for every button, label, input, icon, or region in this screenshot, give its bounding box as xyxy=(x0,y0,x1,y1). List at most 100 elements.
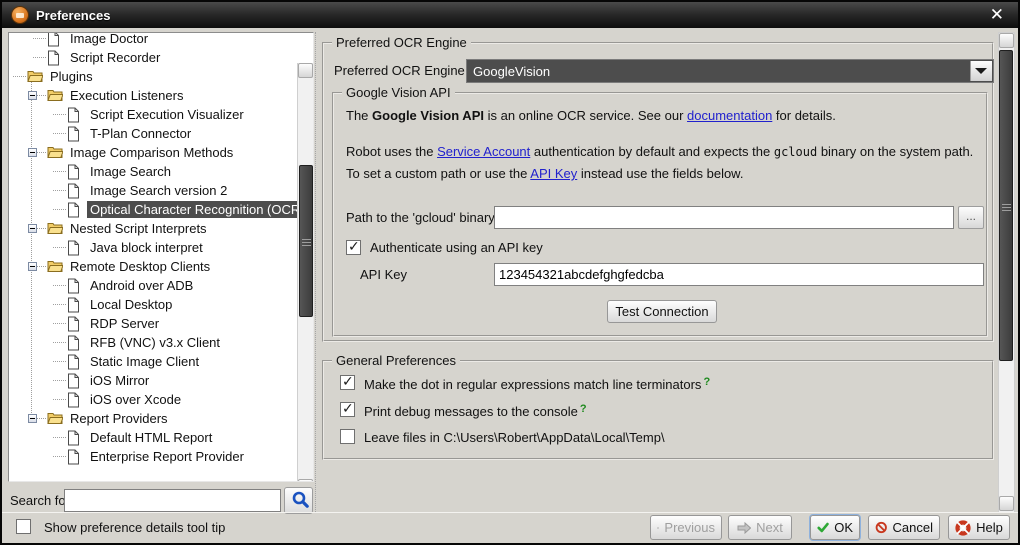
inline-link[interactable]: documentation xyxy=(687,108,772,123)
previous-button[interactable]: Previous xyxy=(650,515,722,540)
tree-item[interactable]: Enterprise Report Provider xyxy=(9,447,296,466)
title-bar[interactable]: Preferences ✕ xyxy=(2,2,1018,28)
panel-vscroll-thumb[interactable] xyxy=(999,50,1013,361)
text-segment: Google Vision API xyxy=(372,108,484,123)
tree-item-label: Plugins xyxy=(47,68,96,85)
ok-button[interactable]: OK xyxy=(810,515,860,540)
ocr-engine-select[interactable]: GoogleVision xyxy=(466,59,994,83)
tree-item[interactable]: Java block interpret xyxy=(9,238,296,257)
arrow-left-icon xyxy=(657,522,659,534)
tree-item-label: Default HTML Report xyxy=(87,429,215,446)
tree-item[interactable]: T-Plan Connector xyxy=(9,124,296,143)
tree-item[interactable]: Image Doctor xyxy=(9,32,296,48)
tree-item-label: iOS Mirror xyxy=(87,372,152,389)
tree-item-label: Android over ADB xyxy=(87,277,196,294)
tree-item-label: Enterprise Report Provider xyxy=(87,448,247,465)
tree-item[interactable]: Remote Desktop Clients xyxy=(9,257,296,276)
collapse-toggle-icon[interactable] xyxy=(28,91,37,100)
tree-item-label: RDP Server xyxy=(87,315,162,332)
search-input[interactable] xyxy=(64,489,281,512)
search-button[interactable] xyxy=(284,487,313,514)
tree-item[interactable]: Script Recorder xyxy=(9,48,296,67)
debug-messages-label: Print debug messages to the console xyxy=(364,404,578,419)
tree-connector xyxy=(53,304,66,305)
help-question-icon[interactable]: ? xyxy=(580,403,587,415)
text-segment: binary on the system path. xyxy=(817,144,973,159)
browse-button[interactable]: ... xyxy=(958,206,984,229)
tree-connector xyxy=(53,380,66,381)
tree-item[interactable]: Report Providers xyxy=(9,409,296,428)
tree-connector xyxy=(53,323,66,324)
tree-item[interactable]: RFB (VNC) v3.x Client xyxy=(9,333,296,352)
tree-vscroll-thumb[interactable] xyxy=(299,165,313,317)
next-button[interactable]: Next xyxy=(728,515,792,540)
tree-item[interactable]: Image Search xyxy=(9,162,296,181)
panel-splitter[interactable] xyxy=(315,32,316,512)
help-question-icon[interactable]: ? xyxy=(703,376,710,388)
api-key-input[interactable] xyxy=(494,263,984,286)
tree-item-label: iOS over Xcode xyxy=(87,391,184,408)
tree-item[interactable]: Image Search version 2 xyxy=(9,181,296,200)
tree-vertical-scrollbar[interactable] xyxy=(297,63,314,482)
scroll-down-icon[interactable] xyxy=(999,496,1014,511)
ocr-engine-group: Preferred OCR Engine Preferred OCR Engin… xyxy=(322,42,994,342)
help-button[interactable]: Help xyxy=(948,515,1010,540)
collapse-toggle-icon[interactable] xyxy=(28,262,37,271)
collapse-toggle-icon[interactable] xyxy=(28,414,37,423)
tree-connector xyxy=(33,38,46,39)
scroll-up-icon[interactable] xyxy=(999,33,1014,48)
text-segment: for details. xyxy=(772,108,836,123)
text-segment: gcloud xyxy=(774,145,817,159)
footer-bar: Show preference details tool tip Previou… xyxy=(2,512,1018,543)
tree-item[interactable]: Script Execution Visualizer xyxy=(9,105,296,124)
tree-connector xyxy=(53,361,66,362)
tree-item[interactable]: Execution Listeners xyxy=(9,86,296,105)
tree-item[interactable]: Optical Character Recognition (OCR) xyxy=(9,200,296,219)
tree-item[interactable]: Nested Script Interprets xyxy=(9,219,296,238)
tree-item[interactable]: iOS over Xcode xyxy=(9,390,296,409)
tree-item[interactable]: iOS Mirror xyxy=(9,371,296,390)
text-segment: is an online OCR service. See our xyxy=(484,108,687,123)
gcloud-path-input[interactable] xyxy=(494,206,954,229)
debug-messages-checkbox[interactable] xyxy=(340,402,355,417)
api-key-auth-checkbox[interactable] xyxy=(346,240,361,255)
tree-item[interactable]: Static Image Client xyxy=(9,352,296,371)
general-preferences-group: General Preferences Make the dot in regu… xyxy=(322,360,994,460)
tree-item[interactable]: Default HTML Report xyxy=(9,428,296,447)
tree-connector xyxy=(53,171,66,172)
text-segment: authentication by default and expects th… xyxy=(530,144,774,159)
tree-item[interactable]: Image Comparison Methods xyxy=(9,143,296,162)
chevron-down-icon[interactable] xyxy=(970,61,992,81)
collapse-toggle-icon[interactable] xyxy=(28,224,37,233)
tree-item-label: Image Comparison Methods xyxy=(67,144,236,161)
tree-item-label: Nested Script Interprets xyxy=(67,220,210,237)
inline-link[interactable]: API Key xyxy=(530,166,577,181)
gv-intro-text: The Google Vision API is an online OCR s… xyxy=(346,105,836,127)
regex-dot-checkbox[interactable] xyxy=(340,375,355,390)
tree-item-label: Static Image Client xyxy=(87,353,202,370)
collapse-toggle-icon[interactable] xyxy=(28,148,37,157)
inline-link[interactable]: Service Account xyxy=(437,144,530,159)
close-icon[interactable]: ✕ xyxy=(990,5,1004,25)
tree-item-label: T-Plan Connector xyxy=(87,125,194,142)
settings-panel: Preferred OCR Engine Preferred OCR Engin… xyxy=(320,30,996,514)
leave-files-checkbox[interactable] xyxy=(340,429,355,444)
search-icon xyxy=(291,490,310,509)
gv-auth-text-line1: Robot uses the Service Account authentic… xyxy=(346,141,973,163)
cancel-button[interactable]: Cancel xyxy=(868,515,940,540)
general-preferences-title: General Preferences xyxy=(332,353,460,368)
document-icon xyxy=(67,449,80,468)
scroll-down-icon[interactable] xyxy=(298,479,313,482)
tree-item-label: Execution Listeners xyxy=(67,87,186,104)
tree-item[interactable]: Plugins xyxy=(9,67,296,86)
scroll-up-icon[interactable] xyxy=(298,63,313,78)
panel-vertical-scrollbar[interactable] xyxy=(998,32,1015,513)
arrow-right-icon xyxy=(737,522,751,534)
show-tooltip-checkbox[interactable] xyxy=(16,519,31,534)
tree-item[interactable]: Android over ADB xyxy=(9,276,296,295)
tree-item[interactable]: RDP Server xyxy=(9,314,296,333)
tree-item[interactable]: Local Desktop xyxy=(9,295,296,314)
tree-connector xyxy=(53,437,66,438)
engine-label: Preferred OCR Engine xyxy=(334,63,465,78)
test-connection-button[interactable]: Test Connection xyxy=(607,300,717,323)
